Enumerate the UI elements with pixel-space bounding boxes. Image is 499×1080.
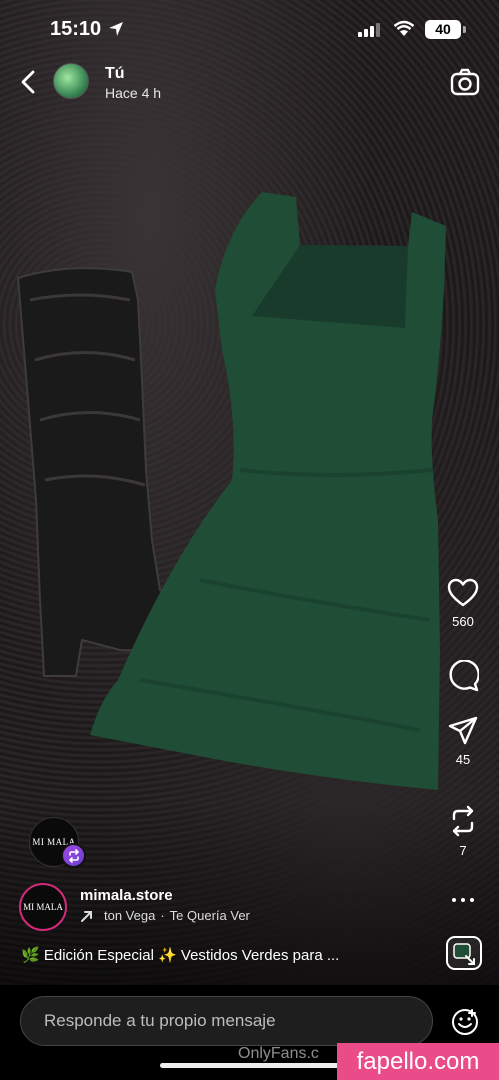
like-button[interactable]: 560 — [441, 578, 485, 629]
home-indicator — [160, 1063, 340, 1068]
heart-icon — [447, 578, 479, 607]
music-separator: · — [160, 908, 165, 923]
shop-avatar[interactable]: MI MALA — [19, 883, 67, 931]
back-chevron-icon[interactable] — [14, 66, 42, 98]
emoji-sticker-icon[interactable] — [450, 1007, 480, 1037]
more-dot — [470, 898, 474, 902]
shop-avatar-text: MI MALA — [23, 902, 63, 912]
repost-button[interactable]: 7 — [441, 805, 485, 858]
status-bar: 15:10 40 — [0, 0, 499, 60]
battery-tip — [463, 26, 466, 33]
user-name[interactable]: Tú — [105, 65, 125, 83]
avatar[interactable] — [53, 63, 89, 99]
repost-badge — [61, 843, 86, 868]
story-caption: 🌿 Edición Especial ✨ Vestidos Verdes par… — [21, 947, 340, 964]
reply-input[interactable]: Responde a tu propio mensaje — [20, 996, 433, 1046]
link-sticker-icon — [453, 943, 475, 965]
status-time: 15:10 — [50, 18, 102, 40]
camera-icon[interactable] — [450, 68, 480, 96]
comment-icon — [449, 660, 479, 692]
link-sticker[interactable] — [446, 936, 482, 970]
fapello-watermark: fapello.com — [337, 1043, 499, 1080]
send-button[interactable]: 45 — [441, 716, 485, 767]
repost-icon — [452, 805, 474, 837]
music-artist: ton Vega — [104, 908, 156, 923]
like-count: 560 — [452, 614, 474, 629]
music-info[interactable]: ton Vega · Te Quería Ver — [80, 908, 250, 923]
repost-count: 7 — [459, 843, 467, 858]
arrow-up-right-icon — [81, 910, 92, 922]
shop-name[interactable]: mimala.store — [80, 887, 173, 904]
onlyfans-watermark: OnlyFans.c — [238, 1045, 319, 1062]
more-dot — [461, 898, 465, 902]
send-icon — [448, 716, 478, 745]
more-dot — [452, 898, 456, 902]
wifi-icon — [393, 20, 415, 36]
repost-badge-icon — [68, 848, 79, 863]
more-icon[interactable] — [450, 890, 476, 910]
story-timestamp: Hace 4 h — [105, 85, 162, 101]
share-count: 45 — [455, 752, 471, 767]
signal-icon — [358, 23, 380, 37]
battery-icon: 40 — [425, 20, 461, 39]
battery-level: 40 — [435, 21, 451, 37]
comment-button[interactable] — [441, 660, 485, 692]
location-arrow-icon — [109, 22, 123, 36]
music-song: Te Quería Ver — [169, 908, 250, 923]
